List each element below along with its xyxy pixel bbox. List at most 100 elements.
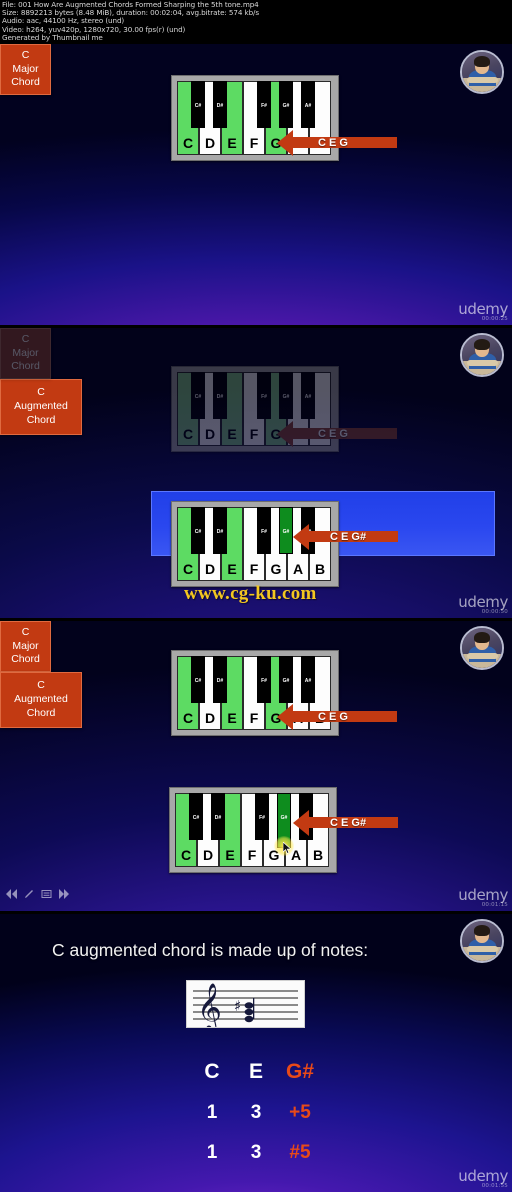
udemy-watermark-1: udemy 00:00:25: [458, 300, 508, 323]
udemy-watermark-2: udemy 00:00:50: [458, 593, 508, 616]
chord-line3: Chord: [11, 360, 40, 373]
black-key-F-sharp[interactable]: F#: [257, 81, 271, 128]
arrow-label: C E G#: [330, 816, 367, 829]
black-key-D-sharp[interactable]: D#: [213, 507, 227, 554]
avatar: [460, 333, 504, 377]
black-key-C-sharp[interactable]: C#: [191, 656, 205, 703]
chord-line2: Augmented: [14, 400, 68, 413]
chord-line2: Major: [12, 346, 39, 359]
frame-separator: [0, 325, 512, 328]
video-frame-1[interactable]: C D E F G A B C# D# F# G# A# C E G C Maj…: [0, 44, 512, 325]
black-key-F-sharp[interactable]: F#: [257, 372, 271, 419]
fast-forward-icon[interactable]: [58, 889, 70, 899]
chord-arrow-4: C E G: [292, 710, 397, 723]
brand-name: udemy: [458, 300, 508, 318]
chord-line2: Augmented: [14, 693, 68, 706]
arrow-label: C E G: [318, 710, 348, 723]
svg-text:𝄞: 𝄞: [197, 982, 222, 1027]
chord-label-box-4: C Major Chord: [0, 621, 51, 672]
piano-keyboard-2[interactable]: C D E F G A B C# D# F# G# A#: [171, 366, 339, 452]
staff-notation-icon: 𝄞 ♯: [193, 982, 298, 1033]
black-key-C-sharp[interactable]: C#: [189, 793, 203, 840]
black-key-F-sharp[interactable]: F#: [257, 656, 271, 703]
chord-line3: Chord: [26, 706, 56, 719]
player-controls[interactable]: [6, 889, 70, 899]
degree-cell: 3: [250, 1142, 262, 1163]
black-key-A-sharp[interactable]: A#: [301, 372, 315, 419]
chord-line3: Chord: [11, 76, 40, 89]
udemy-watermark-3: udemy 00:01:15: [458, 886, 508, 909]
chord-arrow-3: C E G#: [308, 530, 398, 543]
chord-title: C: [37, 386, 45, 399]
video-frame-2[interactable]: C D E F G A B C# D# F# G# A# C E G C Ma: [0, 328, 512, 618]
avatar: [460, 626, 504, 670]
note-cell: E: [248, 1060, 263, 1083]
black-key-A-sharp[interactable]: A#: [301, 656, 315, 703]
meta-line: Generated by Thumbnail me: [2, 32, 103, 42]
avatar: [460, 50, 504, 94]
chord-arrow-5: C E G#: [308, 816, 398, 829]
note-cell: C: [204, 1060, 220, 1083]
chord-label-box-3: C Augmented Chord: [0, 379, 82, 435]
chord-title: C: [21, 48, 30, 61]
degree-cell: 1: [206, 1142, 218, 1163]
black-key-F-sharp[interactable]: F#: [257, 507, 271, 554]
brand-name: udemy: [458, 593, 508, 611]
black-key-D-sharp[interactable]: D#: [213, 81, 227, 128]
arrow-label: C E G#: [330, 530, 367, 543]
piano-keyboard-5[interactable]: C D E F G A B C# D# F# G# A#: [169, 787, 337, 873]
chord-line2: Major: [12, 62, 39, 75]
chord-line2: Major: [12, 639, 39, 652]
arrow-label: C E G: [318, 136, 348, 149]
slide-title: C augmented chord is made up of notes:: [52, 940, 369, 960]
chord-arrow-1: C E G: [292, 136, 397, 149]
black-key-A-sharp[interactable]: A#: [301, 81, 315, 128]
black-key-G-sharp[interactable]: G#: [279, 372, 293, 419]
black-key-G-sharp[interactable]: G#: [279, 507, 293, 554]
chord-line3: Chord: [26, 413, 56, 426]
black-key-F-sharp[interactable]: F#: [255, 793, 269, 840]
degree-cell: 3: [250, 1102, 262, 1123]
degree-cell: #5: [289, 1142, 311, 1163]
black-key-C-sharp[interactable]: C#: [191, 372, 205, 419]
chord-label-box-5: C Augmented Chord: [0, 672, 82, 728]
chord-label-box-2: C Major Chord: [0, 328, 51, 379]
chord-line3: Chord: [11, 653, 40, 666]
piano-keyboard-3[interactable]: C D E F G A B C# D# F# G# A#: [171, 501, 339, 587]
music-staff: 𝄞 ♯: [186, 980, 305, 1033]
video-frame-4[interactable]: C augmented chord is made up of notes: 𝄞…: [0, 914, 512, 1192]
black-key-G-sharp[interactable]: G#: [279, 81, 293, 128]
piano-keyboard-1[interactable]: C D E F G A B C# D# F# G# A#: [171, 75, 339, 161]
chord-label-box-1: C Major Chord: [0, 44, 51, 95]
black-key-D-sharp[interactable]: D#: [211, 793, 225, 840]
frame-separator: [0, 911, 512, 914]
chord-arrow-2: C E G: [292, 427, 397, 440]
black-key-C-sharp[interactable]: C#: [191, 507, 205, 554]
avatar: [460, 919, 504, 963]
brand-name: udemy: [458, 1167, 508, 1185]
video-frame-3[interactable]: C D E F G A B C# D# F# G# A# C E G C Maj…: [0, 621, 512, 911]
chord-notes-table: C E G# 1 3 +5 1 3 #5: [190, 1060, 320, 1164]
chord-title: C: [37, 679, 45, 692]
chord-title: C: [21, 625, 30, 638]
site-watermark: www.cg-ku.com: [184, 583, 317, 604]
mouse-cursor-icon: [283, 842, 292, 854]
black-key-G-sharp[interactable]: G#: [279, 656, 293, 703]
list-icon[interactable]: [41, 889, 52, 899]
black-key-D-sharp[interactable]: D#: [213, 372, 227, 419]
svg-text:♯: ♯: [234, 997, 241, 1015]
black-key-D-sharp[interactable]: D#: [213, 656, 227, 703]
brand-name: udemy: [458, 886, 508, 904]
frame-separator: [0, 618, 512, 621]
rewind-icon[interactable]: [6, 889, 18, 899]
note-cell: G#: [285, 1060, 314, 1083]
chord-title: C: [21, 332, 30, 345]
arrow-label: C E G: [318, 427, 348, 440]
dimmed-major-group: C D E F G A B C# D# F# G# A# C E G C Ma: [0, 328, 512, 452]
file-metadata-header: File: 001 How Are Augmented Chords Forme…: [0, 0, 512, 44]
udemy-watermark-4: udemy 00:01:55: [458, 1167, 508, 1190]
degree-cell: 1: [206, 1102, 218, 1123]
pencil-icon[interactable]: [24, 889, 35, 899]
black-key-C-sharp[interactable]: C#: [191, 81, 205, 128]
piano-keyboard-4[interactable]: C D E F G A B C# D# F# G# A#: [171, 650, 339, 736]
